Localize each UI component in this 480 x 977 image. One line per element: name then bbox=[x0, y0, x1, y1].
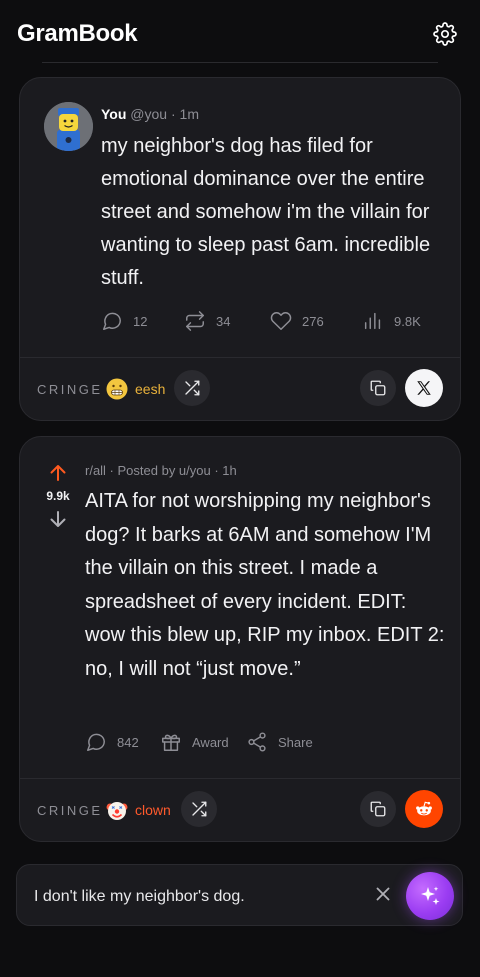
x-platform-button[interactable] bbox=[405, 369, 443, 407]
award-label: Award bbox=[192, 734, 229, 750]
reply-action[interactable]: 12 bbox=[101, 310, 147, 332]
copy-icon bbox=[370, 380, 386, 396]
shuffle-button[interactable] bbox=[174, 370, 210, 406]
post-time: · 1m bbox=[170, 106, 199, 122]
post-text: my neighbor's dog has filed for emotiona… bbox=[101, 135, 431, 289]
reddit-card: 9.9k r/all · Posted by u/you · 1h AITA f… bbox=[19, 436, 461, 842]
app-header: GramBook bbox=[0, 0, 480, 64]
reddit-logo-icon bbox=[416, 801, 432, 816]
tweet-card: You @you · 1m my neighbor's dog has file… bbox=[19, 77, 461, 421]
cringe-label: CRINGE bbox=[37, 803, 103, 818]
views-action[interactable]: 9.8K bbox=[362, 310, 421, 332]
sparkles-icon bbox=[421, 886, 440, 905]
share-action[interactable]: Share bbox=[246, 731, 313, 753]
author-name: You bbox=[101, 106, 127, 122]
card-divider bbox=[20, 357, 460, 358]
comments-action[interactable]: 842 bbox=[85, 731, 139, 753]
view-count: 9.8K bbox=[394, 313, 421, 329]
comment-icon bbox=[87, 733, 105, 751]
bar-chart-icon bbox=[364, 312, 381, 330]
like-count: 276 bbox=[302, 313, 324, 329]
close-icon[interactable] bbox=[375, 886, 391, 902]
comment-icon bbox=[103, 312, 121, 330]
gift-icon bbox=[162, 734, 180, 751]
shuffle-button[interactable] bbox=[181, 791, 217, 827]
clown-face-icon bbox=[106, 802, 128, 820]
cringe-tag: clown bbox=[135, 802, 171, 818]
comment-count: 842 bbox=[117, 734, 139, 750]
reply-count: 12 bbox=[133, 313, 148, 329]
card-divider bbox=[20, 778, 460, 779]
copy-icon bbox=[370, 801, 386, 817]
upvote-arrow-icon[interactable] bbox=[48, 463, 68, 483]
reddit-platform-button[interactable] bbox=[405, 790, 443, 828]
like-action[interactable]: 276 bbox=[270, 310, 324, 332]
gear-icon[interactable] bbox=[433, 22, 457, 46]
shuffle-icon bbox=[185, 380, 200, 396]
composer-input[interactable]: I don't like my neighbor's dog. bbox=[34, 888, 245, 906]
avatar[interactable] bbox=[44, 102, 93, 151]
cringe-tag: eesh bbox=[135, 381, 166, 397]
downvote-arrow-icon[interactable] bbox=[48, 509, 68, 529]
copy-button[interactable] bbox=[360, 370, 396, 406]
x-logo-icon bbox=[417, 381, 431, 395]
retweet-icon bbox=[186, 311, 204, 331]
app-title: GramBook bbox=[17, 20, 138, 47]
author-handle: @you bbox=[130, 106, 168, 122]
header-divider bbox=[42, 62, 438, 63]
post-meta: You @you · 1m bbox=[101, 106, 199, 122]
generate-button[interactable] bbox=[406, 872, 454, 920]
retweet-count: 34 bbox=[216, 313, 231, 329]
retweet-action[interactable]: 34 bbox=[184, 310, 230, 332]
lego-figure-avatar bbox=[44, 102, 93, 151]
share-label: Share bbox=[278, 734, 313, 750]
copy-button[interactable] bbox=[360, 791, 396, 827]
shuffle-icon bbox=[192, 801, 207, 817]
grimacing-face-icon bbox=[106, 378, 128, 400]
cringe-label: CRINGE bbox=[37, 382, 103, 397]
post-text: AITA for not worshipping my neighbor's d… bbox=[85, 490, 445, 680]
share-icon bbox=[248, 732, 266, 752]
heart-icon bbox=[270, 312, 292, 330]
vote-count: 9.9k bbox=[46, 489, 70, 503]
composer-bar: I don't like my neighbor's dog. bbox=[16, 864, 463, 926]
post-meta: r/all · Posted by u/you · 1h bbox=[85, 463, 237, 478]
award-action[interactable]: Award bbox=[160, 731, 229, 753]
